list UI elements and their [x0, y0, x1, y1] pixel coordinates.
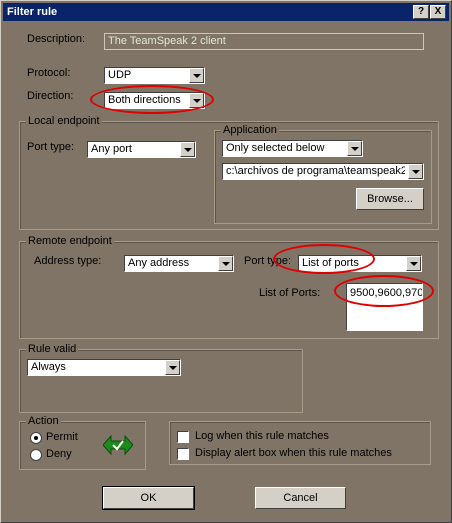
chevron-down-icon[interactable] [408, 164, 423, 179]
address-type-label: Address type: [34, 255, 102, 267]
application-title: Application [221, 123, 279, 137]
application-mode-value: Only selected below [226, 142, 325, 154]
direction-select[interactable]: Both directions [104, 92, 205, 109]
action-title: Action [26, 414, 61, 428]
application-mode-select[interactable]: Only selected below [222, 140, 363, 157]
title-bar[interactable]: Filter rule ? X [3, 3, 449, 21]
remote-port-type-label: Port type: [244, 255, 292, 267]
browse-button[interactable]: Browse... [356, 188, 424, 210]
application-path-select[interactable]: c:\archivos de programa\teamspeak2 [222, 163, 424, 180]
list-of-ports-field[interactable]: 9500,9600,970 [346, 283, 423, 331]
description-field[interactable]: The TeamSpeak 2 client [104, 33, 424, 50]
deny-label[interactable]: Deny [46, 448, 72, 460]
permit-radio[interactable] [30, 432, 42, 444]
local-port-type-select[interactable]: Any port [87, 141, 196, 158]
deny-radio[interactable] [30, 449, 42, 461]
direction-label: Direction: [27, 90, 74, 102]
chevron-down-icon[interactable] [218, 256, 233, 271]
close-button[interactable]: X [430, 5, 446, 19]
remote-port-type-value: List of ports [302, 257, 359, 269]
chevron-down-icon[interactable] [406, 256, 421, 271]
chevron-down-icon[interactable] [347, 141, 362, 156]
rule-valid-select[interactable]: Always [27, 359, 181, 376]
permit-label[interactable]: Permit [46, 431, 78, 443]
local-port-type-value: Any port [91, 143, 132, 155]
rule-valid-title: Rule valid [26, 342, 79, 356]
address-type-select[interactable]: Any address [124, 255, 234, 272]
protocol-value: UDP [108, 69, 132, 81]
ok-button[interactable]: OK [102, 486, 195, 510]
protocol-label: Protocol: [27, 67, 71, 79]
chevron-down-icon[interactable] [189, 68, 204, 83]
direction-value: Both directions [108, 94, 181, 106]
remote-port-type-select[interactable]: List of ports [298, 255, 422, 272]
protocol-select[interactable]: UDP [104, 67, 205, 84]
chevron-down-icon[interactable] [180, 142, 195, 157]
alert-checkbox[interactable] [177, 448, 189, 460]
help-button[interactable]: ? [413, 5, 429, 19]
chevron-down-icon[interactable] [189, 93, 204, 108]
remote-endpoint-title: Remote endpoint [26, 234, 114, 248]
log-checkbox[interactable] [177, 431, 189, 443]
address-type-value: Any address [128, 257, 190, 269]
log-label[interactable]: Log when this rule matches [195, 430, 329, 442]
filter-rule-dialog: Filter rule ? X Description: The TeamSpe… [0, 0, 452, 523]
cancel-button[interactable]: Cancel [255, 487, 346, 509]
local-port-type-label: Port type: [27, 141, 75, 153]
rule-valid-value: Always [31, 361, 66, 373]
window-title: Filter rule [7, 6, 58, 18]
application-path-value: c:\archivos de programa\teamspeak2 [226, 165, 405, 177]
local-endpoint-title: Local endpoint [26, 114, 102, 128]
alert-label[interactable]: Display alert box when this rule matches [195, 447, 392, 459]
list-of-ports-label: List of Ports: [259, 287, 321, 299]
permit-arrows-icon [103, 434, 133, 456]
description-label: Description: [27, 33, 86, 45]
chevron-down-icon[interactable] [165, 360, 180, 375]
